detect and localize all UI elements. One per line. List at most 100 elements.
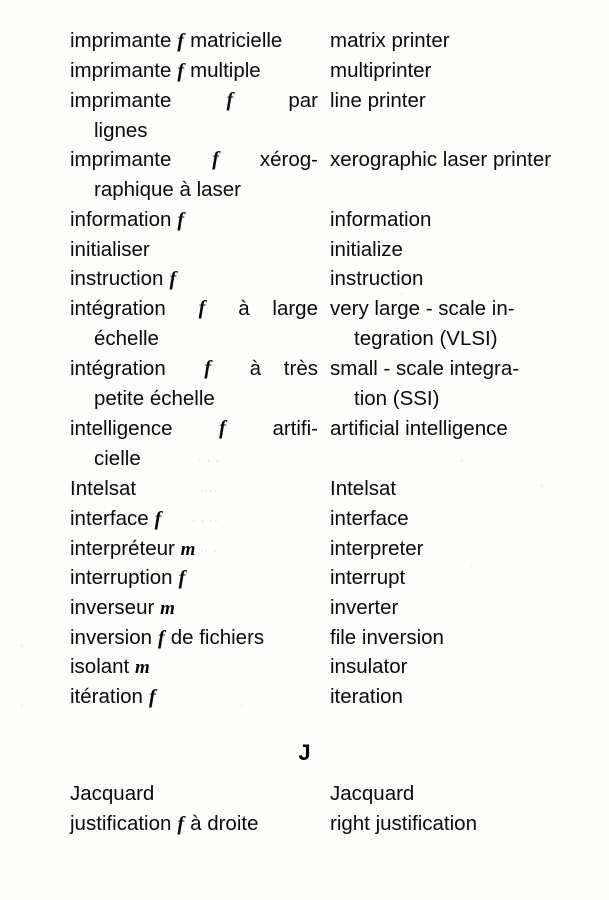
headword-line: instruction f xyxy=(70,264,318,295)
translation-line: interrupt xyxy=(330,566,406,589)
headword-text: échelle xyxy=(94,326,159,350)
entry-translation-english: line printer xyxy=(330,86,586,116)
headword-text: isolant xyxy=(70,655,130,678)
gender-marker: f xyxy=(226,89,234,111)
headword-continuation-line: petite échelle xyxy=(70,384,318,414)
headword-tail: matricielle xyxy=(190,29,283,52)
headword-line: inversion f de fichiers xyxy=(70,623,318,654)
gender-marker: f xyxy=(212,148,219,170)
entry-translation-english: interface xyxy=(330,504,586,534)
gender-marker: f xyxy=(172,60,190,82)
gender-marker: m xyxy=(130,657,150,678)
gender-marker: f xyxy=(164,268,177,290)
translation-line: inverter xyxy=(330,596,399,619)
translation-line: line printer xyxy=(330,89,426,112)
headword-line: itération f xyxy=(70,682,318,713)
headword-tail: multiple xyxy=(190,59,261,82)
translation-line: interpreter xyxy=(330,537,424,560)
headword-line: Jacquard xyxy=(70,779,318,809)
translation-line: instruction xyxy=(330,267,424,290)
translation-continuation-line: tion (SSI) xyxy=(354,386,440,410)
headword-tail: artifi- xyxy=(272,417,318,440)
headword-text: instruction xyxy=(70,267,164,290)
entry-headword-french: interpréteur m xyxy=(70,534,318,565)
headword-text: raphique à laser xyxy=(94,177,242,201)
section-letter-heading: J xyxy=(298,740,311,765)
entry-headword-french: Intelsat xyxy=(70,474,318,504)
headword-tail: xérog- xyxy=(259,148,318,171)
gender-marker: f xyxy=(198,297,206,319)
headword-text: Intelsat xyxy=(70,477,137,500)
headword-text: petite échelle xyxy=(94,386,215,410)
entry-headword-french: inversion f de fichiers xyxy=(70,623,318,654)
headword-text: imprimante xyxy=(70,89,172,112)
entry-translation-english: Jacquard xyxy=(330,779,586,809)
entry-translation-english: inverter xyxy=(330,593,586,623)
translation-line: small - scale integra- xyxy=(330,357,520,380)
entry-headword-french: justification f à droite xyxy=(70,809,318,840)
entry-headword-french: imprimante f matricielle xyxy=(70,26,318,57)
headword-line: intégration f à large xyxy=(70,294,318,324)
translation-line: Intelsat xyxy=(330,477,397,500)
headword-tail: de fichiers xyxy=(170,626,265,649)
translation-line: artificial intelligence xyxy=(330,417,508,440)
entry-translation-english: Intelsat xyxy=(330,474,586,504)
gender-marker: f xyxy=(143,686,156,708)
entry-translation-english: right justification xyxy=(330,809,586,839)
entry-headword-french: Jacquard xyxy=(70,779,318,809)
headword-line: initialiser xyxy=(70,235,318,265)
gender-marker: f xyxy=(172,813,190,835)
headword-text: inversion xyxy=(70,626,153,649)
entry-translation-english: very large - scale in-tegration (VLSI) xyxy=(330,294,586,353)
headword-line: imprimante f xérog- xyxy=(70,145,318,175)
entry-translation-english: initialize xyxy=(330,235,586,265)
headword-text: imprimante xyxy=(70,148,172,171)
gender-marker: f xyxy=(172,209,185,231)
entry-headword-french: inverseur m xyxy=(70,593,318,624)
headword-line: imprimante f multiple xyxy=(70,56,318,87)
translation-line: iteration xyxy=(330,685,403,708)
headword-line: isolant m xyxy=(70,652,318,683)
entry-headword-french: imprimante f xérog-raphique à laser xyxy=(70,145,318,204)
headword-text: interpréteur xyxy=(70,537,175,560)
entry-headword-french: intégration f à très petite échelle xyxy=(70,354,318,413)
showthrough-mark: · xyxy=(20,700,25,712)
showthrough-mark: · xyxy=(20,640,25,652)
entry-translation-english: multiprinter xyxy=(330,56,586,86)
entry-translation-english: instruction xyxy=(330,264,586,294)
headword-line: intégration f à très xyxy=(70,354,318,384)
headword-tail: à large xyxy=(238,297,318,320)
entry-translation-english: interpreter xyxy=(330,534,586,564)
headword-text: Jacquard xyxy=(70,782,155,805)
entry-translation-english: small - scale integra-tion (SSI) xyxy=(330,354,586,413)
translation-line: file inversion xyxy=(330,626,444,649)
gender-marker: f xyxy=(173,567,186,589)
entry-headword-french: itération f xyxy=(70,682,318,713)
dictionary-page: · · · ···· · · ·· ·· · · · · · · · · · imprimante f… xyxy=(0,0,609,900)
gender-marker: m xyxy=(175,539,196,560)
headword-text: interruption xyxy=(70,566,173,589)
headword-text: imprimante xyxy=(70,59,172,82)
headword-line: imprimante f par xyxy=(70,86,318,116)
entry-headword-french: interface f xyxy=(70,504,318,535)
headword-tail: à très xyxy=(249,357,318,380)
entry-translation-english: information xyxy=(330,205,586,235)
entry-headword-french: intelligence f artifi-cielle xyxy=(70,414,318,473)
translation-line: Jacquard xyxy=(330,782,415,805)
headword-line: imprimante f matricielle xyxy=(70,26,318,57)
gender-marker: m xyxy=(155,598,175,619)
headword-line: Intelsat xyxy=(70,474,318,504)
entry-translation-english: matrix printer xyxy=(330,26,586,56)
headword-tail: à droite xyxy=(190,812,259,835)
translation-line: multiprinter xyxy=(330,59,432,82)
headword-text: intégration xyxy=(70,297,166,320)
entry-headword-french: imprimante f multiple xyxy=(70,56,318,87)
entry-translation-english: artificial intelligence xyxy=(330,414,586,444)
translation-line: information xyxy=(330,208,432,231)
headword-text: interface xyxy=(70,507,149,530)
translation-line: interface xyxy=(330,507,409,530)
headword-text: intégration xyxy=(70,357,166,380)
headword-tail: par xyxy=(288,89,318,112)
headword-line: information f xyxy=(70,205,318,236)
headword-continuation-line: cielle xyxy=(70,444,318,474)
